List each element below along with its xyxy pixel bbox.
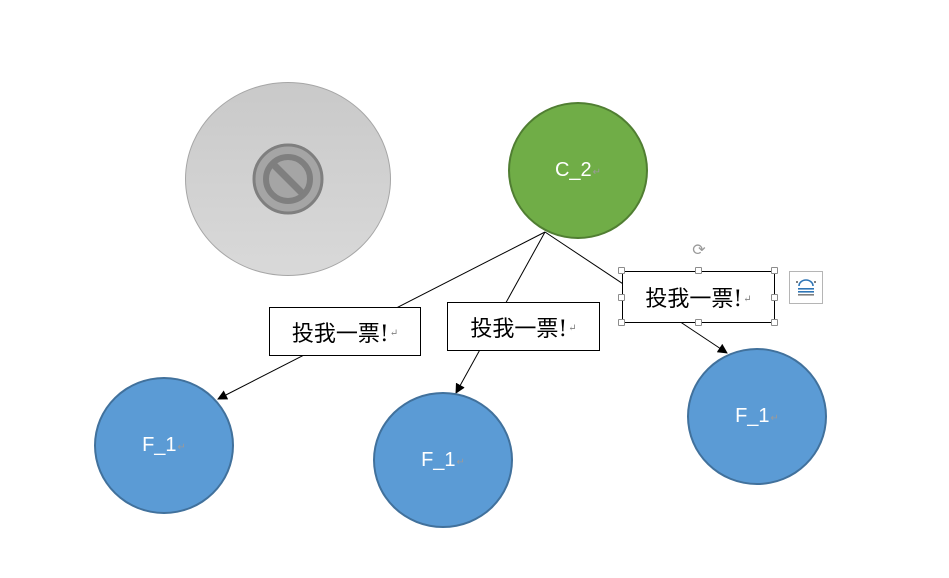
paragraph-mark: ↵ bbox=[743, 293, 752, 305]
text-wrap-icon bbox=[796, 279, 816, 296]
rotate-icon[interactable]: ⟳ bbox=[690, 241, 708, 259]
resize-handle-bottom-center[interactable] bbox=[695, 319, 702, 326]
resize-handle-top-center[interactable] bbox=[695, 267, 702, 274]
paragraph-mark: ↵ bbox=[456, 456, 465, 468]
resize-handle-top-right[interactable] bbox=[771, 267, 778, 274]
resize-handle-top-left[interactable] bbox=[618, 267, 625, 274]
root-node[interactable]: C_2 ↵ bbox=[508, 102, 648, 239]
edge-label-text: 投我一票! bbox=[645, 287, 743, 312]
resize-handle-middle-left[interactable] bbox=[618, 294, 625, 301]
edge-label-box-3-selected[interactable]: 投我一票! ↵ bbox=[622, 271, 775, 323]
diagram-canvas: C_2 ↵ F_1 ↵ F_1 ↵ F_1 ↵ 投我一票! ↵ 投我一票! ↵ 投我一票! ↵… bbox=[0, 0, 949, 578]
edge-label-box-1[interactable]: 投我一票! ↵ bbox=[269, 307, 421, 356]
paragraph-mark: ↵ bbox=[389, 328, 399, 339]
paragraph-mark: ↵ bbox=[568, 323, 577, 334]
child-node-label: F_1 bbox=[142, 434, 177, 456]
layout-options-button[interactable] bbox=[789, 271, 823, 304]
child-node-label: F_1 bbox=[421, 448, 456, 471]
paragraph-mark: ↵ bbox=[177, 442, 186, 453]
resize-handle-bottom-left[interactable] bbox=[618, 319, 625, 326]
resize-handle-middle-right[interactable] bbox=[771, 294, 778, 301]
edge-label-text: 投我一票! bbox=[470, 316, 568, 342]
edge-label-box-2[interactable]: 投我一票! ↵ bbox=[447, 302, 600, 351]
paragraph-mark: ↵ bbox=[592, 167, 602, 178]
prohibited-icon bbox=[252, 143, 324, 215]
child-node-2[interactable]: F_1 ↵ bbox=[373, 392, 513, 528]
root-node-label: C_2 bbox=[554, 159, 592, 181]
child-node-3[interactable]: F_1 ↵ bbox=[687, 348, 827, 485]
resize-handle-bottom-right[interactable] bbox=[771, 319, 778, 326]
paragraph-mark: ↵ bbox=[770, 413, 779, 424]
child-node-label: F_1 bbox=[735, 405, 770, 427]
child-node-1[interactable]: F_1 ↵ bbox=[94, 377, 234, 514]
edge-label-text: 投我一票! bbox=[291, 321, 389, 347]
disabled-node bbox=[185, 82, 391, 276]
